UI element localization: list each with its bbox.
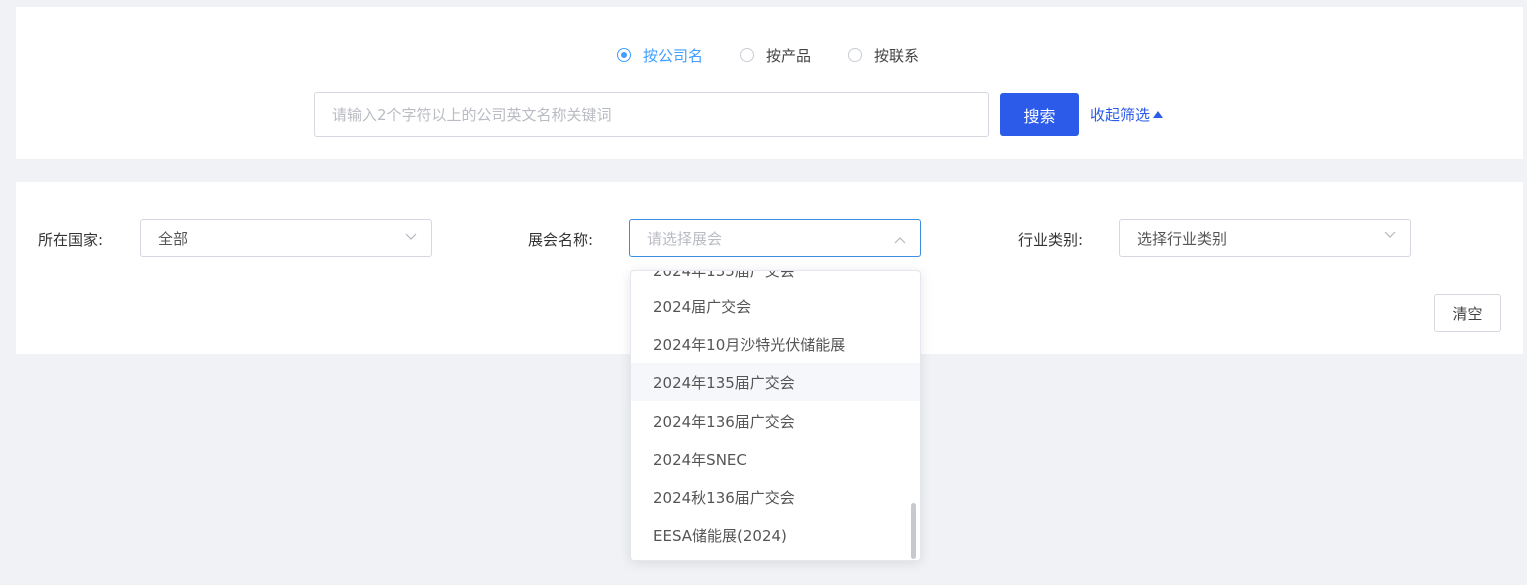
dropdown-option[interactable]: 2024秋136届广交会 <box>631 478 920 516</box>
fair-select[interactable]: 请选择展会 <box>629 219 921 257</box>
chevron-down-icon <box>405 233 417 240</box>
radio-label: 按产品 <box>766 46 812 65</box>
radio-label: 按公司名 <box>643 46 704 65</box>
caret-up-icon <box>1153 110 1164 118</box>
country-label: 所在国家: <box>38 231 104 249</box>
country-select[interactable]: 全部 <box>140 219 432 257</box>
clear-button[interactable]: 清空 <box>1434 294 1501 332</box>
industry-select[interactable]: 选择行业类别 <box>1119 219 1411 257</box>
chevron-up-icon <box>894 237 906 244</box>
search-panel: 按公司名 按产品 按联系 搜索 收起筛选 <box>16 7 1523 159</box>
radio-circle-icon <box>740 48 754 62</box>
industry-select-placeholder: 选择行业类别 <box>1137 229 1228 248</box>
radio-by-contact[interactable]: 按联系 <box>848 45 919 65</box>
search-button[interactable]: 搜索 <box>1000 93 1079 136</box>
industry-label: 行业类别: <box>1018 231 1084 249</box>
radio-by-company[interactable]: 按公司名 <box>617 45 703 65</box>
company-search-input[interactable] <box>314 92 989 137</box>
collapse-filter-link[interactable]: 收起筛选 <box>1090 104 1164 124</box>
dropdown-option[interactable]: 2024年10月沙特光伏储能展 <box>631 325 920 363</box>
radio-by-product[interactable]: 按产品 <box>740 45 811 65</box>
fair-label: 展会名称: <box>528 231 594 249</box>
dropdown-option[interactable]: 2024年136届广交会 <box>631 402 920 440</box>
fair-select-placeholder: 请选择展会 <box>647 229 723 248</box>
dropdown-option[interactable]: 2024年SNEC <box>631 440 920 478</box>
dropdown-option[interactable]: 2024届广交会 <box>631 287 920 325</box>
collapse-filter-label: 收起筛选 <box>1090 105 1151 124</box>
dropdown-option[interactable]: EESA储能展(2024) <box>631 516 920 554</box>
radio-label: 按联系 <box>874 46 920 65</box>
chevron-down-icon <box>1384 231 1396 238</box>
dropdown-scrollbar[interactable] <box>911 503 916 559</box>
dropdown-option[interactable]: 2024年135届广交会 <box>631 363 920 401</box>
radio-circle-icon <box>848 48 862 62</box>
country-select-value: 全部 <box>158 229 189 248</box>
fair-dropdown-menu[interactable]: 2024年135届广交会 2024届广交会 2024年10月沙特光伏储能展 20… <box>630 270 921 561</box>
radio-circle-icon <box>617 48 631 62</box>
